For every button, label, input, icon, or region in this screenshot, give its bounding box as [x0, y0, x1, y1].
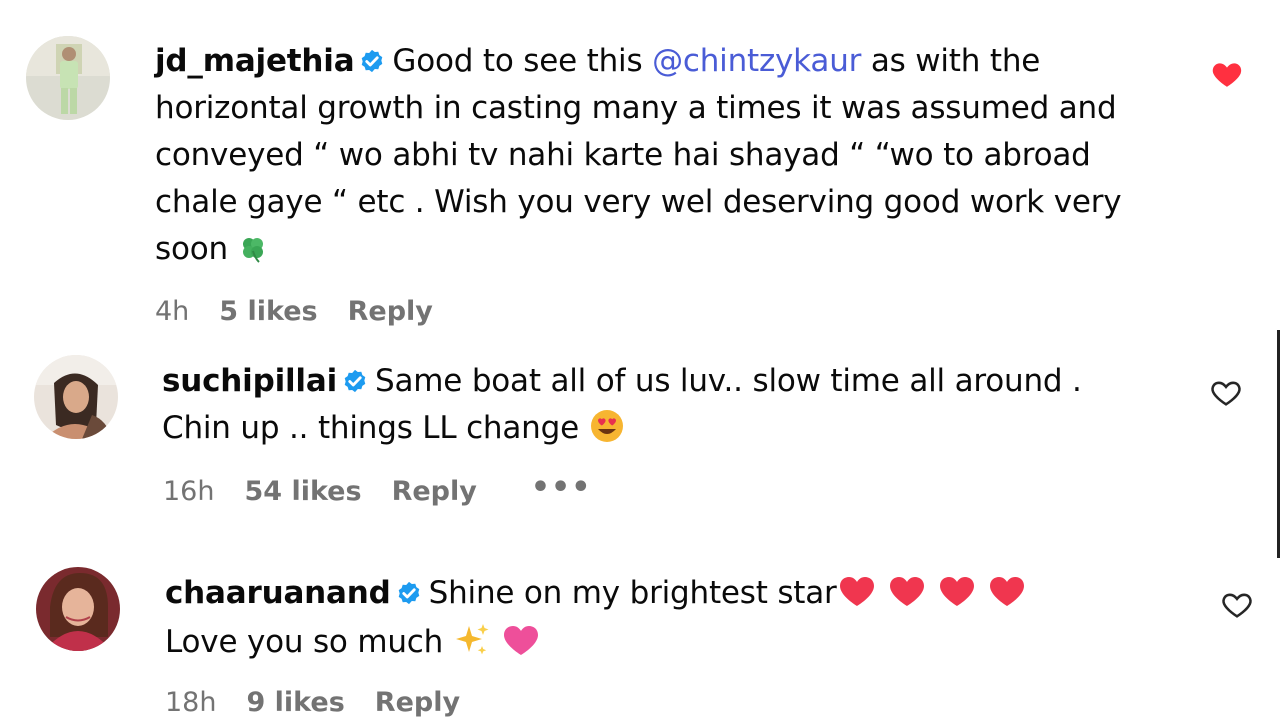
- comment-meta: 4h 5 likes Reply: [155, 296, 433, 327]
- red-heart-icon: [837, 575, 877, 609]
- likes-count[interactable]: 5 likes: [219, 296, 317, 327]
- comment-body-line-2: Love you so much: [165, 624, 453, 660]
- verified-badge-icon: [395, 579, 423, 607]
- four-leaf-clover-icon: [238, 235, 268, 265]
- avatar[interactable]: [36, 567, 120, 651]
- timestamp: 18h: [165, 687, 217, 718]
- mention-link[interactable]: @chintzykaur: [652, 43, 861, 79]
- comment-item: jd_majethia Good to see this @chintzykaur…: [0, 0, 1280, 340]
- like-heart-icon[interactable]: [1220, 588, 1254, 622]
- username[interactable]: suchipillai: [162, 363, 337, 399]
- reply-button[interactable]: Reply: [392, 476, 477, 507]
- likes-count[interactable]: 9 likes: [246, 687, 344, 718]
- avatar[interactable]: [26, 36, 110, 120]
- username[interactable]: jd_majethia: [155, 43, 355, 79]
- like-heart-icon[interactable]: [1210, 57, 1244, 91]
- reply-button[interactable]: Reply: [348, 296, 433, 327]
- username[interactable]: chaaruanand: [165, 575, 391, 611]
- comment-meta: 18h 9 likes Reply: [165, 687, 460, 718]
- comment-body: Good to see this: [392, 43, 653, 79]
- comment-item: suchipillai Same boat all of us luv.. slo…: [0, 340, 1280, 550]
- comment-line-1: chaaruanand Shine on my brightest star: [165, 570, 1155, 617]
- heart-eyes-icon: [589, 408, 625, 444]
- reply-button[interactable]: Reply: [375, 687, 460, 718]
- pink-heart-icon: [501, 624, 541, 658]
- comment-item: chaaruanand Shine on my brightest star Lo…: [0, 550, 1280, 720]
- comment-text: jd_majethia Good to see this @chintzykaur…: [155, 38, 1165, 273]
- red-heart-icon: [887, 575, 927, 609]
- verified-badge-icon: [341, 367, 369, 395]
- like-heart-icon[interactable]: [1209, 376, 1243, 410]
- timestamp: 16h: [163, 476, 215, 507]
- red-heart-icon: [937, 575, 977, 609]
- more-options-button[interactable]: •••: [531, 472, 592, 503]
- comment-line-2: Love you so much: [165, 619, 1155, 666]
- sparkles-icon: [453, 622, 491, 658]
- comment-text: chaaruanand Shine on my brightest star Lo…: [165, 570, 1155, 666]
- comment-meta: 16h 54 likes Reply •••: [163, 472, 592, 507]
- comment-text: suchipillai Same boat all of us luv.. slo…: [162, 358, 1152, 452]
- timestamp: 4h: [155, 296, 190, 327]
- verified-badge-icon: [358, 47, 386, 75]
- red-heart-icon: [987, 575, 1027, 609]
- comment-body: Shine on my brightest star: [428, 575, 837, 611]
- avatar[interactable]: [34, 355, 118, 439]
- likes-count[interactable]: 54 likes: [244, 476, 361, 507]
